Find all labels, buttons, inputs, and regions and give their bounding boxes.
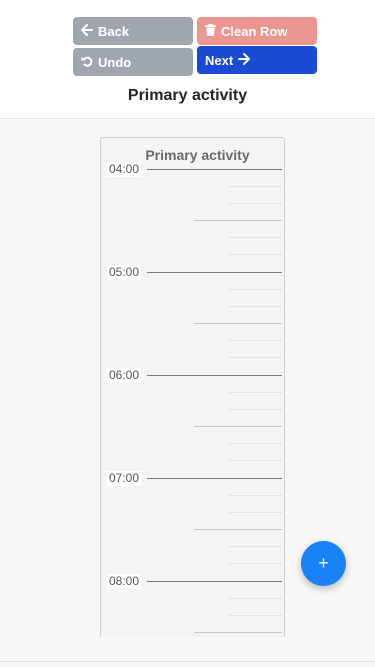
tick-line (229, 254, 282, 255)
clean-row-label: Clean Row (221, 23, 288, 39)
next-label: Next (205, 52, 234, 68)
tick-line (229, 289, 282, 290)
tick-line (229, 237, 282, 238)
tick-line (229, 409, 282, 410)
hour-line (147, 272, 282, 273)
tick-line (229, 186, 282, 187)
tick-line (229, 546, 282, 547)
tick-line (229, 443, 282, 444)
hour-line (147, 581, 282, 582)
tick-line (229, 615, 282, 616)
undo-button[interactable]: Undo (73, 48, 193, 76)
hour-label: 06:00 (107, 368, 142, 383)
page-title: Primary activity (127, 87, 248, 104)
column-title: Primary activity (145, 147, 250, 163)
half-hour-line (194, 632, 282, 633)
timeline-column[interactable]: Primary activity 04:00 05:00 06:00 07:00… (100, 137, 285, 637)
undo-icon (81, 55, 93, 70)
next-button[interactable]: Next (197, 46, 317, 74)
top-bar: Back Clean Row Undo Next Primary activit… (0, 0, 375, 119)
undo-label: Undo (98, 54, 132, 70)
plus-icon: + (318, 553, 329, 573)
hour-line (147, 169, 282, 170)
hour-line (147, 478, 282, 479)
back-button[interactable]: Back (73, 17, 193, 45)
hour-line (147, 375, 282, 376)
tick-line (229, 203, 282, 204)
tick-line (229, 357, 282, 358)
half-hour-line (194, 323, 282, 324)
tick-line (229, 306, 282, 307)
tick-line (229, 598, 282, 599)
tick-line (229, 340, 282, 341)
tick-line (229, 460, 282, 461)
tick-line (229, 563, 282, 564)
half-hour-line (194, 220, 282, 221)
arrow-right-icon (238, 52, 251, 68)
half-hour-line (194, 426, 282, 427)
clean-row-button[interactable]: Clean Row (197, 17, 317, 45)
hour-label: 07:00 (107, 471, 142, 486)
trash-icon (205, 23, 216, 39)
arrow-left-icon (81, 23, 93, 39)
hour-label: 05:00 (107, 265, 142, 280)
bottom-divider (0, 661, 375, 662)
hour-label: 04:00 (107, 162, 142, 177)
tick-line (229, 512, 282, 513)
half-hour-line (194, 529, 282, 530)
back-label: Back (98, 23, 130, 39)
add-button[interactable]: + (301, 541, 346, 586)
hour-label: 08:00 (107, 574, 142, 589)
tick-line (229, 392, 282, 393)
tick-line (229, 495, 282, 496)
